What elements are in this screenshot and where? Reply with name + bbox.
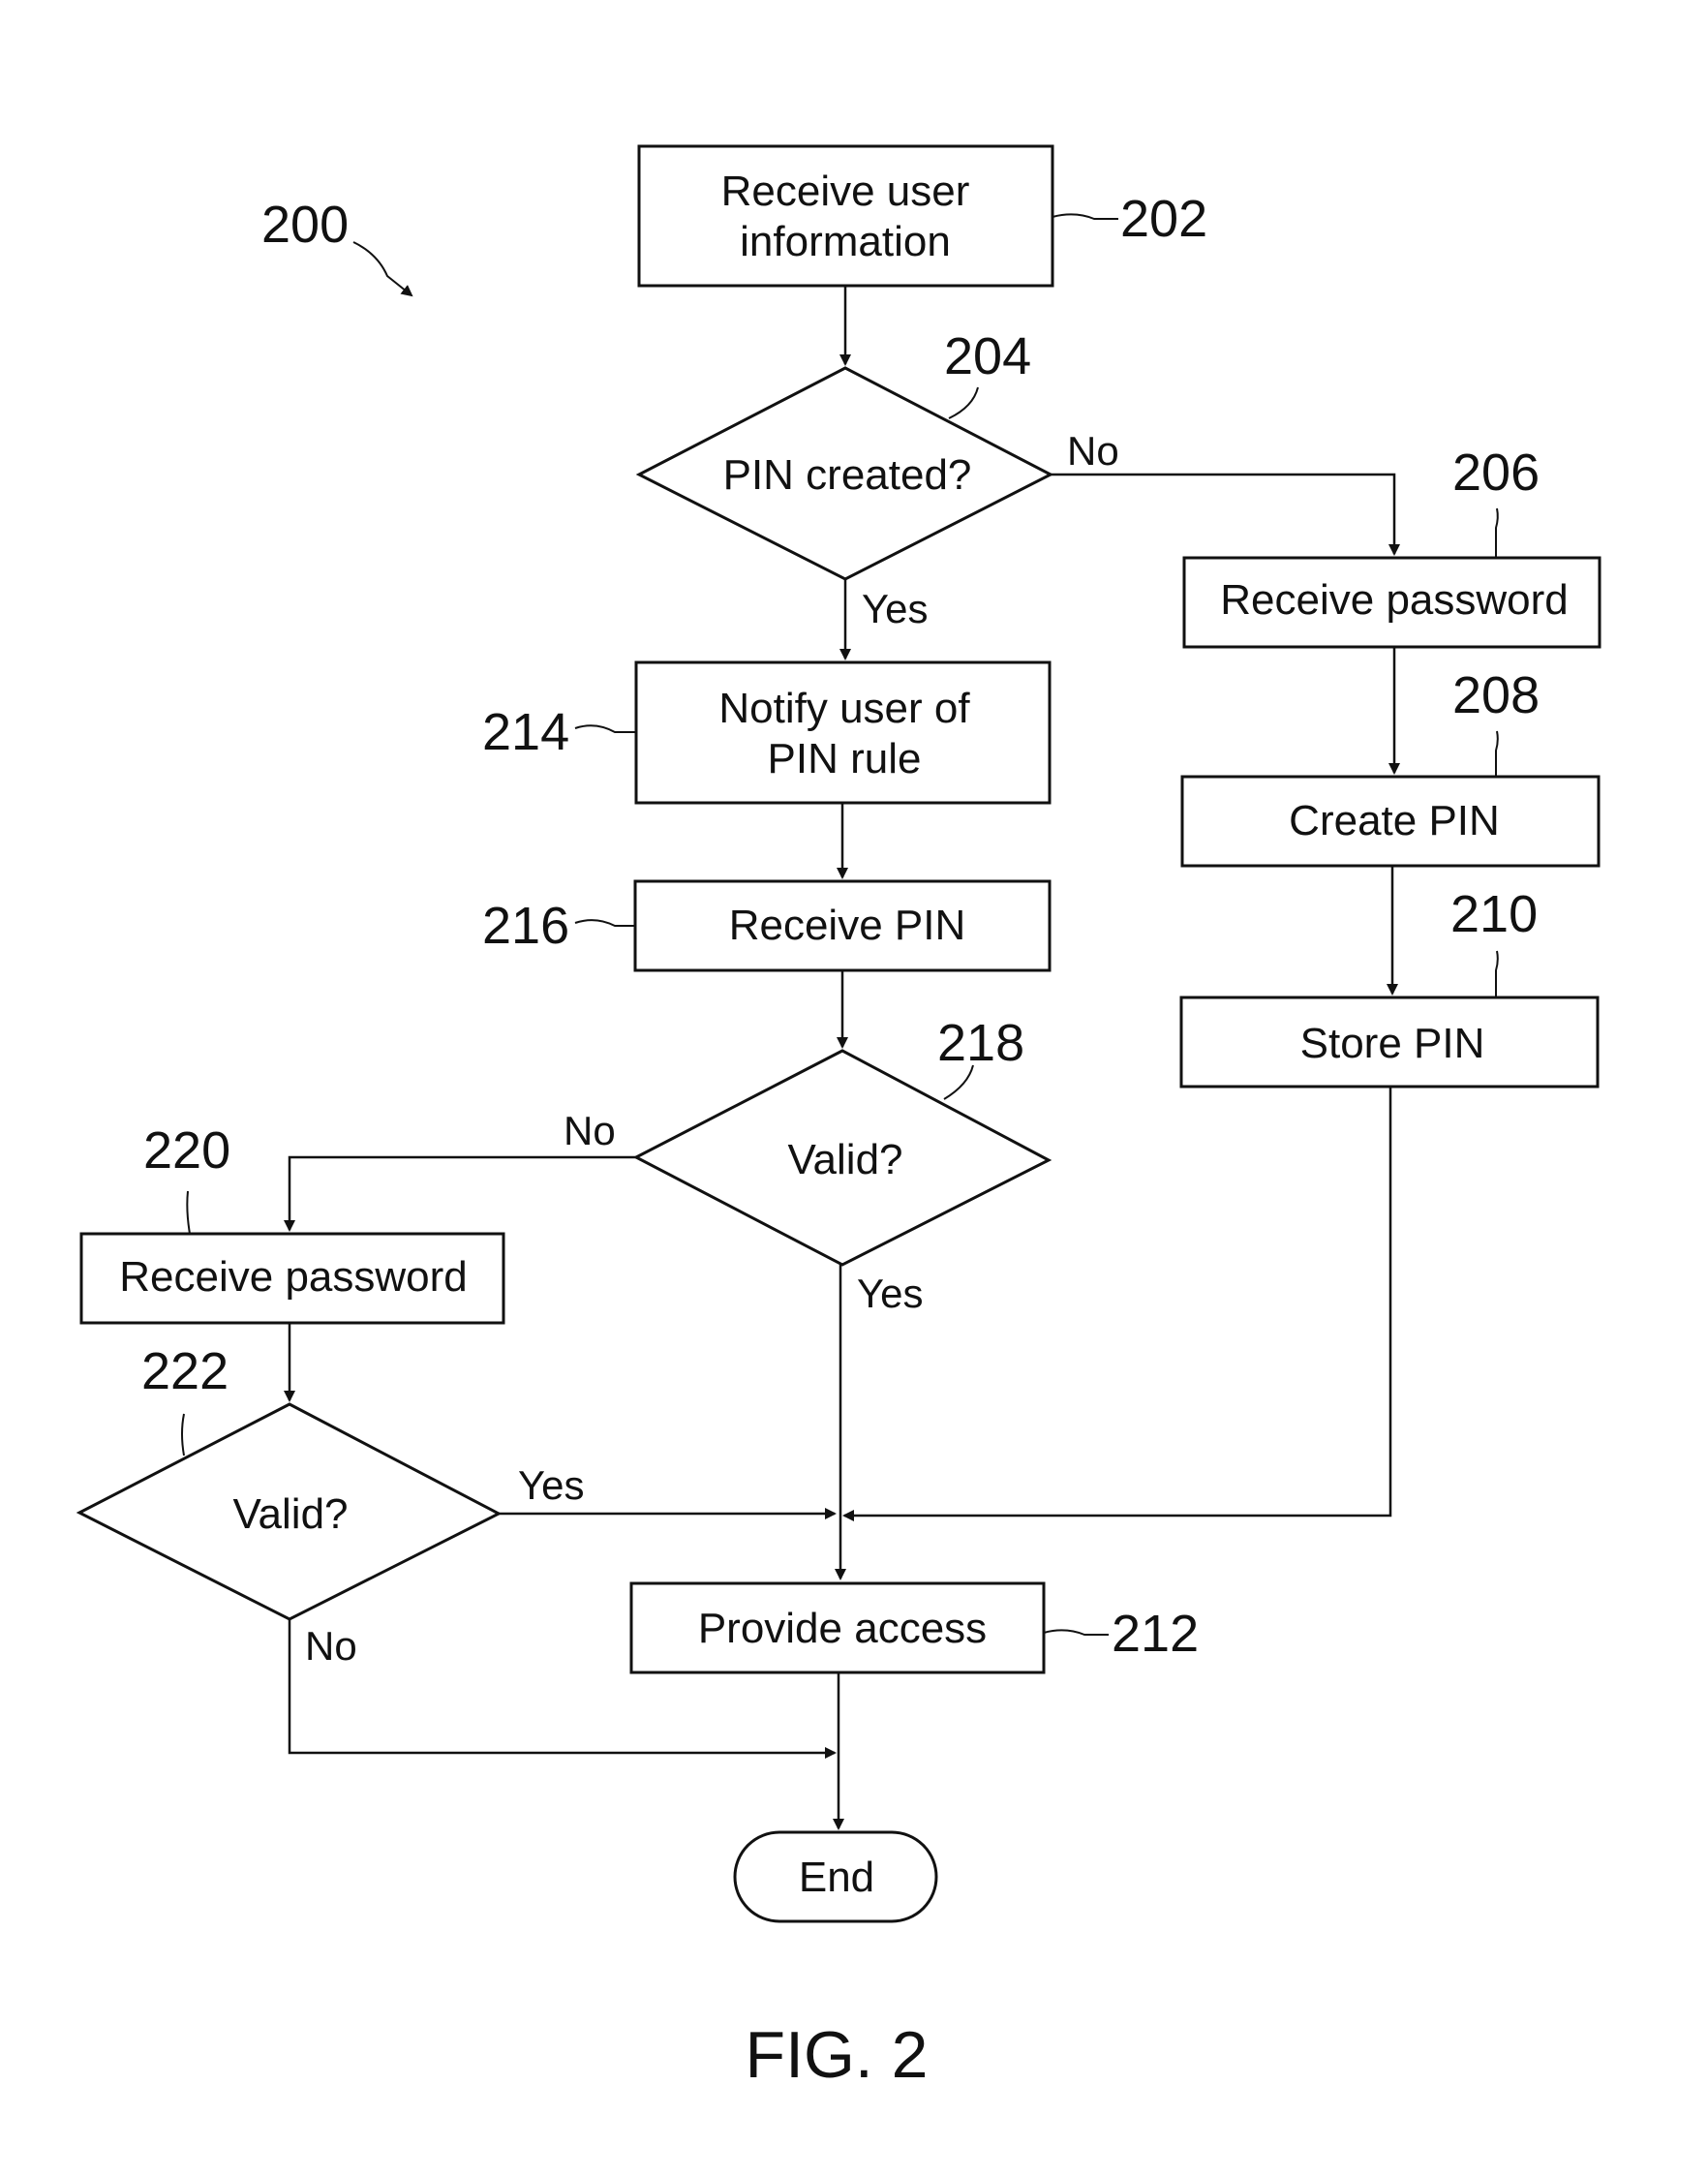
node-210-text: Store PIN: [1300, 1020, 1485, 1067]
node-216-ref: 216: [482, 897, 569, 955]
edge-218-no-label: No: [564, 1108, 616, 1153]
node-222-ref: 222: [141, 1342, 229, 1400]
edge-218-no: [284, 1155, 636, 1232]
node-202-ref: 202: [1120, 190, 1207, 248]
node-212-ref: 212: [1112, 1605, 1199, 1663]
edge-218-yes-label: Yes: [857, 1271, 924, 1316]
node-208-leader: [1495, 730, 1499, 777]
node-206-text: Receive password: [1220, 576, 1569, 624]
node-210-ref: 210: [1450, 885, 1538, 943]
edge-204-no: [1051, 473, 1400, 556]
node-214-ref: 214: [482, 703, 569, 761]
node-214-leader: [574, 724, 636, 733]
node-218-ref: 218: [937, 1014, 1024, 1072]
node-212-leader: [1043, 1629, 1109, 1636]
node-206-leader: [1495, 507, 1499, 558]
node-218-text: Valid?: [787, 1136, 902, 1183]
edge-222-no-label: No: [305, 1623, 357, 1669]
node-220-leader: [186, 1190, 191, 1235]
node-202-line2: information: [740, 218, 951, 265]
node-222-leader: [181, 1413, 185, 1456]
figure-ref-arrow: [352, 241, 413, 297]
edge-204-yes-label: Yes: [862, 586, 929, 631]
node-216-text: Receive PIN: [729, 902, 966, 949]
node-220-text: Receive password: [119, 1253, 468, 1301]
figure-ref: 200: [261, 196, 349, 254]
node-210-leader: [1495, 950, 1499, 997]
node-222-text: Valid?: [232, 1490, 348, 1538]
node-206-ref: 206: [1452, 444, 1540, 502]
figure-caption: FIG. 2: [746, 2018, 929, 2092]
edge-204-no-label: No: [1067, 428, 1119, 474]
node-202-line1: Receive user: [721, 168, 970, 215]
node-220-ref: 220: [143, 1121, 230, 1180]
node-214-line1: Notify user of: [718, 685, 970, 732]
node-204-leader: [948, 386, 979, 419]
node-212-text: Provide access: [698, 1605, 987, 1652]
node-202-leader: [1052, 213, 1118, 220]
end-text: End: [799, 1854, 874, 1901]
node-204-text: PIN created?: [723, 451, 972, 499]
node-214-line2: PIN rule: [768, 735, 922, 782]
node-208-ref: 208: [1452, 666, 1540, 724]
node-208-text: Create PIN: [1289, 797, 1500, 844]
node-216-leader: [574, 919, 635, 927]
edge-222-yes-label: Yes: [518, 1462, 585, 1508]
flowchart: 200 Receive user information 202 PIN cre…: [76, 144, 1601, 2092]
node-204-ref: 204: [944, 327, 1031, 385]
